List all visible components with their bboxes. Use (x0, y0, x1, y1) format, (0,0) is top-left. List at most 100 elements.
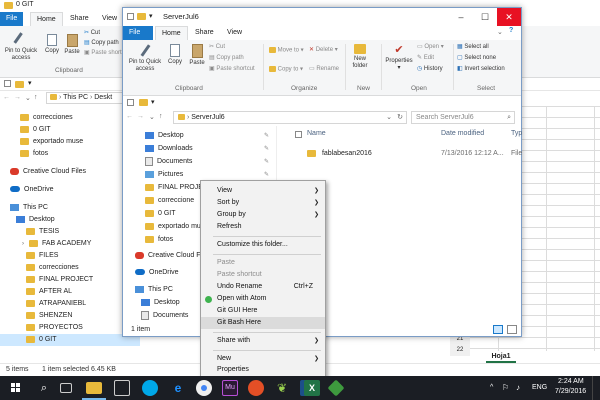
bg-nav-item[interactable]: fotos (20, 148, 48, 160)
menu-item-properties[interactable]: Properties (201, 364, 325, 376)
menu-item-group-by[interactable]: Group by ❯ (201, 209, 325, 221)
fg-tab-home[interactable]: Home (155, 26, 188, 40)
fg-pin-button[interactable]: Pin to Quick access (125, 44, 165, 73)
fg-nav-item-this-pc[interactable]: This PC (135, 284, 173, 296)
up-arrow-icon[interactable]: ↑ (34, 94, 38, 101)
details-view-icon[interactable] (493, 325, 503, 334)
menu-item-git-bash[interactable]: Git Bash Here (201, 317, 325, 329)
bg-breadcrumb-desktop[interactable]: Deskt (94, 94, 112, 101)
file-row[interactable]: fablabesan2016 7/13/2016 12:12 A... File (307, 148, 522, 160)
menu-item-view[interactable]: View ❯ (201, 185, 325, 197)
bg-paste-button[interactable]: Paste (62, 34, 82, 56)
bg-nav-item[interactable]: 0 GIT (20, 124, 51, 136)
fg-open-button[interactable]: ▭ Open ▾ (417, 44, 444, 51)
menu-item-open-with-atom[interactable]: Open with Atom (201, 293, 325, 305)
fg-rename-button[interactable]: ▭ Rename (309, 66, 339, 73)
up-arrow-icon[interactable]: ↑ (159, 113, 163, 120)
menu-item-refresh[interactable]: Refresh (201, 221, 325, 233)
fg-paste-button[interactable]: Paste (187, 44, 207, 67)
help-icon[interactable]: ? (509, 27, 513, 34)
menu-item-git-gui[interactable]: Git GUI Here (201, 305, 325, 317)
show-desktop-button[interactable] (592, 376, 600, 400)
skype-icon[interactable] (142, 380, 158, 396)
volume-icon[interactable]: ♪ (516, 383, 520, 392)
fg-delete-button[interactable]: ✕ Delete ▾ (309, 47, 338, 54)
fg-properties-button[interactable]: ✔ Properties ▾ (385, 44, 413, 72)
fg-nav-item-desktop-2[interactable]: Desktop (141, 297, 180, 309)
bg-nav-item[interactable]: AFTER AL (26, 286, 72, 298)
network-icon[interactable]: ⚐ (502, 383, 509, 392)
recent-dropdown-icon[interactable]: ⌄ (25, 94, 31, 102)
fg-nav-item-desktop[interactable]: Desktop ✎ (145, 130, 273, 142)
gimp-icon[interactable]: ❦ (274, 380, 290, 396)
store-icon[interactable] (114, 380, 130, 396)
search-input[interactable]: Search ServerJul6 ⌕ (411, 111, 515, 124)
fg-history-button[interactable]: ◷ History (417, 66, 443, 73)
checkbox-icon[interactable] (127, 13, 134, 20)
menu-item-undo-rename[interactable]: Undo Rename Ctrl+Z (201, 281, 325, 293)
fg-nav-item[interactable]: 0 GIT (145, 208, 176, 220)
fg-nav-item-downloads[interactable]: Downloads ✎ (145, 143, 273, 155)
chrome-icon[interactable] (196, 380, 212, 396)
row-header[interactable]: 22 (450, 345, 470, 356)
ribbon-expand-icon[interactable]: ⌄ (497, 28, 503, 36)
qat-dropdown-icon[interactable]: ▾ (151, 98, 155, 106)
checkbox-icon[interactable] (127, 99, 134, 106)
bg-cut-button[interactable]: ✂ Cut (84, 30, 100, 37)
fg-nav-item-onedrive[interactable]: OneDrive (135, 267, 179, 279)
file-explorer-icon[interactable] (86, 382, 102, 394)
bg-nav-item[interactable]: ATRAPANIEBL (26, 298, 86, 310)
fg-copy-path-button[interactable]: ▤ Copy path (209, 55, 244, 62)
fg-edit-button[interactable]: ✎ Edit (417, 55, 434, 62)
bg-tab-file[interactable]: File (0, 12, 24, 26)
column-header-name[interactable]: Name (307, 130, 326, 137)
bg-nav-item-selected[interactable]: 0 GIT (0, 334, 140, 346)
bg-nav-item-onedrive[interactable]: OneDrive (10, 184, 54, 196)
excel-icon[interactable]: X (304, 380, 320, 396)
language-indicator[interactable]: ENG (532, 384, 547, 391)
bg-nav-item[interactable]: FINAL PROJECT (26, 274, 93, 286)
bg-nav-item[interactable]: PROYECTOS (26, 322, 83, 334)
clock-date[interactable]: 7/29/2016 (555, 388, 586, 395)
bg-tab-view[interactable]: View (96, 12, 123, 26)
fg-paste-shortcut-button[interactable]: ▣ Paste shortcut (209, 66, 255, 73)
start-button[interactable] (8, 380, 24, 396)
fg-address-bar[interactable]: › ServerJul6 ⌄ ↻ (173, 111, 407, 124)
show-hidden-icons-icon[interactable]: ^ (490, 384, 493, 391)
fg-move-to-button[interactable]: Move to ▾ (269, 47, 304, 55)
bg-breadcrumb[interactable]: › This PC › Deskt (46, 92, 126, 104)
fg-copy-to-button[interactable]: Copy to ▾ (269, 66, 303, 74)
bg-pin-button[interactable]: Pin to Quick access (2, 32, 40, 62)
muse-icon[interactable]: Mu (222, 380, 238, 396)
fg-select-none-button[interactable]: ▢ Select none (457, 55, 496, 62)
bg-nav-item-desktop[interactable]: Desktop (16, 214, 55, 226)
maximize-button[interactable]: ☐ (473, 8, 497, 26)
recent-dropdown-icon[interactable]: ⌄ (149, 113, 155, 121)
back-arrow-icon[interactable]: ← (3, 94, 10, 101)
fg-tab-view[interactable]: View (221, 26, 248, 40)
column-header-date[interactable]: Date modified (441, 130, 484, 137)
fg-nav-item-documents-2[interactable]: Documents (141, 310, 188, 322)
git-icon[interactable] (327, 379, 345, 397)
firefox-icon[interactable] (248, 380, 264, 396)
bg-nav-item[interactable]: exportado muse (20, 136, 83, 148)
qat-dropdown-icon[interactable]: ▾ (28, 79, 32, 87)
menu-item-paste[interactable]: Paste (201, 257, 325, 269)
fg-nav-item[interactable]: exportado muse (145, 221, 208, 233)
fg-tab-file[interactable]: File (123, 26, 153, 40)
bg-nav-item-creative-cloud[interactable]: Creative Cloud Files (10, 166, 86, 178)
bg-nav-item[interactable]: SHENZEN (26, 310, 72, 322)
fg-copy-button[interactable]: Copy (165, 44, 185, 66)
task-view-icon[interactable] (60, 383, 72, 393)
refresh-icon[interactable]: ↻ (397, 112, 403, 123)
fg-nav-item[interactable]: fotos (145, 234, 173, 246)
menu-item-customize[interactable]: Customize this folder... (201, 239, 325, 251)
clock-time[interactable]: 2:24 AM (558, 378, 584, 385)
menu-item-paste-shortcut[interactable]: Paste shortcut (201, 269, 325, 281)
edge-icon[interactable]: e (170, 380, 186, 396)
bg-breadcrumb-this-pc[interactable]: This PC (63, 94, 88, 101)
bg-nav-item[interactable]: correcciones (26, 262, 79, 274)
fg-invert-selection-button[interactable]: ◧ Invert selection (457, 66, 505, 73)
fg-breadcrumb-current[interactable]: ServerJul6 (191, 114, 224, 121)
fg-nav-item[interactable]: correccione (145, 195, 194, 207)
